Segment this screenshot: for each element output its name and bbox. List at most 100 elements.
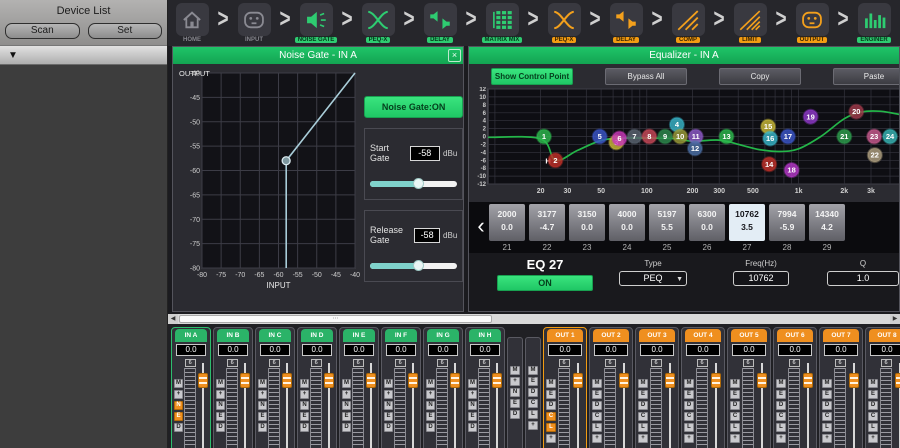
fader-handle[interactable] [450,373,460,388]
strip-button-m[interactable]: M [510,366,520,375]
strip-button-plus[interactable]: + [868,434,878,443]
strip-button-d[interactable]: D [468,423,477,432]
strip-button-m[interactable]: M [216,379,225,388]
fader-handle[interactable] [711,373,721,388]
strip-button-e[interactable]: E [342,412,351,421]
strip-button-e[interactable]: E [868,390,878,399]
eq-point-14[interactable]: 14 [762,157,776,171]
channel-tab[interactable]: OUT 8 [869,329,900,342]
channel-tab[interactable]: OUT 6 [777,329,813,342]
noise-gate-on-button[interactable]: Noise Gate:ON [364,96,463,118]
fader-handle[interactable] [895,373,900,388]
strip-button-plus[interactable]: + [174,390,183,399]
fader-handle[interactable] [198,373,208,388]
channel-strip-in-e[interactable]: IN E0.0M+NED6-64 [339,327,379,448]
scroll-left-icon[interactable]: ◀ [168,314,178,324]
table-scroll-left-icon[interactable]: ‹ [473,204,489,252]
strip-button-m[interactable]: M [258,379,267,388]
channel-gain-value[interactable]: 0.0 [428,344,458,356]
release-gate-value[interactable]: -58 [414,228,440,243]
strip-button-c[interactable]: C [776,412,786,421]
strip-button-n[interactable]: N [426,401,435,410]
toolbar-item-input[interactable]: INPUT [232,3,276,43]
strip-button-d[interactable]: D [510,410,520,419]
eq-point-5[interactable]: 5 [593,130,607,144]
channel-fader[interactable] [449,357,460,448]
strip-button-m[interactable]: M [174,379,183,388]
strip-button-d[interactable]: D [342,423,351,432]
channel-strip-in-b[interactable]: IN B0.0M+NED6-64 [213,327,253,448]
strip-button-plus[interactable]: + [546,434,556,443]
freq-value-field[interactable]: 10762 [733,271,789,286]
channel-fader[interactable] [407,357,418,448]
strip-button-m[interactable]: M [426,379,435,388]
strip-button-m[interactable]: M [528,366,538,375]
eq-point-6[interactable]: 6 [612,132,626,146]
toolbar-item-peq-x[interactable]: PEQ-X [542,3,586,43]
toolbar-item-enginer[interactable]: ENGINER [852,3,896,43]
collapsed-strip-1[interactable]: M+NED [507,337,523,448]
q-value-field[interactable]: 1.0 [827,271,899,286]
strip-button-d[interactable]: D [384,423,393,432]
channel-fader[interactable] [894,357,900,448]
channel-fader[interactable] [572,357,584,448]
strip-button-e[interactable]: E [510,399,520,408]
channel-fader[interactable] [710,357,722,448]
eq-band-on-button[interactable]: ON [497,275,593,291]
strip-button-n[interactable]: N [468,401,477,410]
eq-point-7[interactable]: 7 [628,130,642,144]
channel-tab[interactable]: IN A [175,329,207,342]
channel-fader[interactable] [365,357,376,448]
channel-tab[interactable]: IN F [385,329,417,342]
strip-button-e[interactable]: E [384,412,393,421]
strip-button-e[interactable]: E [216,412,225,421]
gate-threshold-handle[interactable] [282,157,290,165]
eq-point-2[interactable]: 2 [548,153,562,167]
channel-fader[interactable] [197,357,208,448]
eq-band-cell-26[interactable]: 63000.026 [689,204,725,252]
start-gate-slider[interactable] [370,181,457,187]
strip-button-l[interactable]: L [822,423,832,432]
start-gate-value[interactable]: -58 [410,146,441,161]
channel-gain-value[interactable]: 0.0 [176,344,206,356]
toolbar-item-delay[interactable]: DELAY [418,3,462,43]
strip-button-c[interactable]: C [638,412,648,421]
release-gate-slider[interactable] [370,263,457,269]
scrollbar-thumb[interactable]: ⋯ [179,315,492,323]
channel-fader[interactable] [491,357,502,448]
channel-fader[interactable] [618,357,630,448]
strip-button-e[interactable]: E [822,390,832,399]
channel-strip-in-a[interactable]: IN A0.0M+NED6-64 [171,327,211,448]
strip-button-e[interactable]: E [174,412,183,421]
toolbar-item-home[interactable]: HOME [170,3,214,43]
strip-button-m[interactable]: M [546,379,556,388]
strip-button-plus[interactable]: + [468,390,477,399]
channel-strip-in-h[interactable]: IN H0.0M+NED6-64 [465,327,505,448]
strip-button-m[interactable]: M [868,379,878,388]
strip-button-plus[interactable]: + [822,434,832,443]
channel-strip-out-2[interactable]: OUT 20.0MEDCL+6-64 [589,327,633,448]
eq-point-8[interactable]: 8 [642,130,656,144]
strip-button-m[interactable]: M [300,379,309,388]
strip-button-m[interactable]: M [342,379,351,388]
channel-gain-value[interactable]: 0.0 [470,344,500,356]
channel-gain-value[interactable]: 0.0 [302,344,332,356]
channel-gain-value[interactable]: 0.0 [594,344,628,356]
release-gate-slider-knob[interactable] [413,260,424,271]
strip-button-d[interactable]: D [868,401,878,410]
strip-button-plus[interactable]: + [258,390,267,399]
strip-button-m[interactable]: M [822,379,832,388]
channel-tab[interactable]: OUT 7 [823,329,859,342]
channel-strip-out-5[interactable]: OUT 50.0MEDCL+6-64 [727,327,771,448]
strip-button-l[interactable]: L [776,423,786,432]
strip-button-d[interactable]: D [638,401,648,410]
strip-button-e[interactable]: E [730,390,740,399]
eq-band-cell-29[interactable]: 143404.229 [809,204,845,252]
strip-button-c[interactable]: C [546,412,556,421]
channel-fader[interactable] [323,357,334,448]
eq-band-cell-21[interactable]: 20000.021 [489,204,525,252]
show-control-point-button[interactable]: Show Control Point [491,68,573,85]
channel-gain-value[interactable]: 0.0 [344,344,374,356]
scan-button[interactable]: Scan [5,23,80,39]
channel-gain-value[interactable]: 0.0 [218,344,248,356]
